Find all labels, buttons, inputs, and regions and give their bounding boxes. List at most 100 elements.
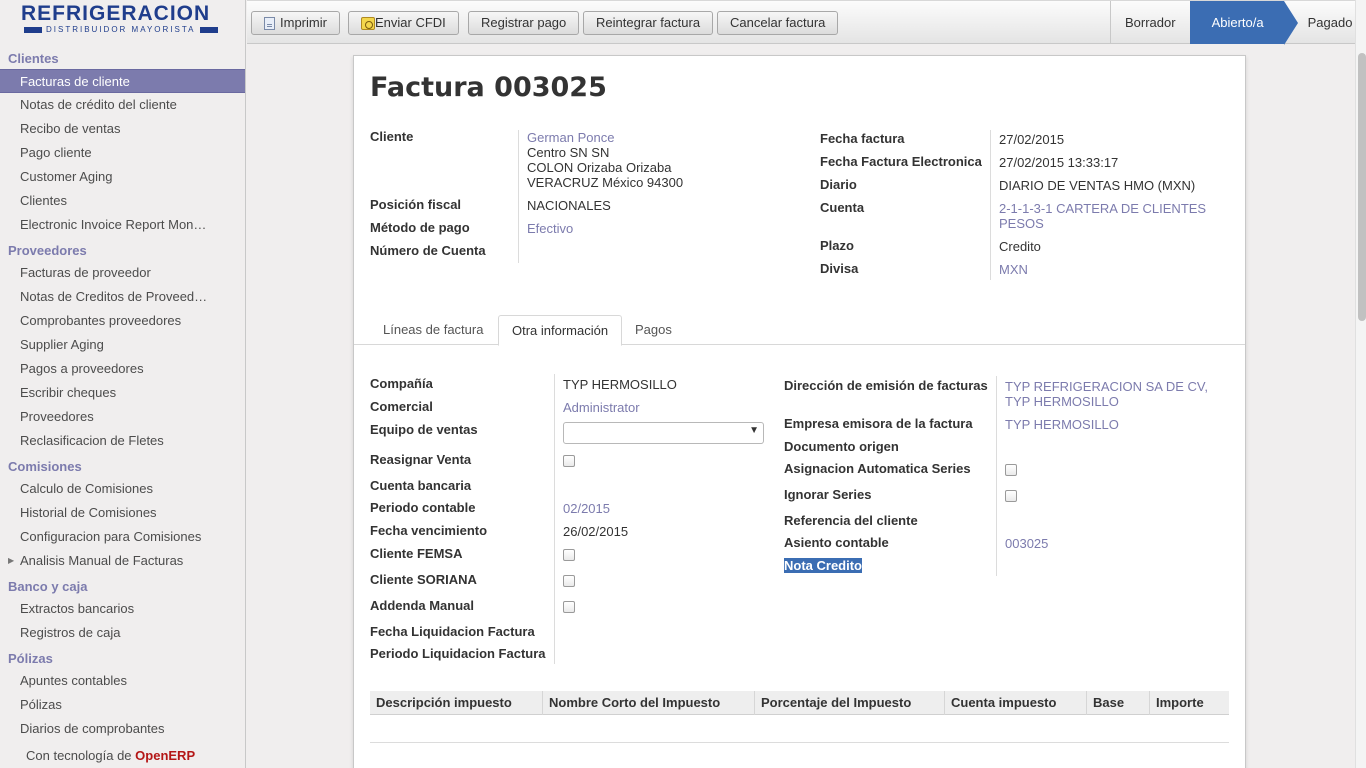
expand-triangle-icon[interactable]: ▶ bbox=[8, 549, 14, 573]
status-draft[interactable]: Borrador bbox=[1110, 1, 1190, 44]
period-link[interactable]: 02/2015 bbox=[563, 501, 610, 516]
sidebar-item-notas-de-creditos-de-proveed[interactable]: Notas de Creditos de Proveed… bbox=[0, 285, 245, 309]
account-link[interactable]: 2-1-1-3-1 CARTERA DE CLIENTES bbox=[999, 201, 1206, 216]
vertical-scrollbar[interactable] bbox=[1355, 0, 1366, 768]
sidebar-item-comprobantes-proveedores[interactable]: Comprobantes proveedores bbox=[0, 309, 245, 333]
label-divisa: Divisa bbox=[820, 261, 859, 276]
col-base[interactable]: Base bbox=[1087, 691, 1150, 715]
sidebar-item-historial-de-comisiones[interactable]: Historial de Comisiones bbox=[0, 501, 245, 525]
company-logo[interactable]: REFRIGERACION DISTRIBUIDOR MAYORISTA bbox=[0, 0, 245, 45]
sidebar-item-electronic-invoice-report-mon[interactable]: Electronic Invoice Report Mon… bbox=[0, 213, 245, 237]
ignorar-series-checkbox[interactable] bbox=[1005, 490, 1017, 502]
reasignar-venta-checkbox[interactable] bbox=[563, 455, 575, 467]
sidebar-item-clientes[interactable]: Clientes bbox=[0, 189, 245, 213]
currency-link[interactable]: MXN bbox=[999, 262, 1028, 277]
sidebar-item-configuracion-para-comisiones[interactable]: Configuracion para Comisiones bbox=[0, 525, 245, 549]
main-content: Factura 003025 Cliente German Ponce Cent… bbox=[247, 45, 1355, 768]
tab-lineas-factura[interactable]: Líneas de factura bbox=[370, 315, 496, 346]
sidebar-item-extractos-bancarios[interactable]: Extractos bancarios bbox=[0, 597, 245, 621]
sidebar-item-diarios-de-comprobantes[interactable]: Diarios de comprobantes bbox=[0, 717, 245, 741]
tab-pagos[interactable]: Pagos bbox=[622, 315, 685, 346]
sidebar-section-proveedores: Proveedores bbox=[8, 243, 87, 258]
sidebar-item-pagos-a-proveedores[interactable]: Pagos a proveedores bbox=[0, 357, 245, 381]
sidebar-item-polizas[interactable]: Pólizas bbox=[0, 693, 245, 717]
account-link-line2[interactable]: PESOS bbox=[999, 216, 1044, 231]
sidebar-item-label: Extractos bancarios bbox=[20, 601, 135, 616]
sidebar-item-label: Supplier Aging bbox=[20, 337, 104, 352]
register-payment-button[interactable]: Registrar pago bbox=[468, 11, 580, 35]
issuing-company-link[interactable]: TYP HERMOSILLO bbox=[1005, 417, 1119, 432]
sidebar-item-reclasificacion-de-fletes[interactable]: Reclasificacion de Fletes bbox=[0, 429, 245, 453]
label-cuenta: Cuenta bbox=[820, 200, 865, 215]
cliente-soriana-checkbox[interactable] bbox=[563, 575, 575, 587]
col-nombre-corto[interactable]: Nombre Corto del Impuesto bbox=[543, 691, 755, 715]
sidebar-item-calculo-de-comisiones[interactable]: Calculo de Comisiones bbox=[0, 477, 245, 501]
journal-entry-link[interactable]: 003025 bbox=[1005, 536, 1048, 551]
refund-invoice-button[interactable]: Reintegrar factura bbox=[583, 11, 714, 35]
billing-address-link[interactable]: TYP REFRIGERACION SA DE CV, bbox=[1005, 379, 1208, 394]
sidebar-item-label: Diarios de comprobantes bbox=[20, 721, 165, 736]
label-compania: Compañía bbox=[370, 376, 433, 391]
label-cliente-femsa: Cliente FEMSA bbox=[370, 546, 463, 561]
sidebar-item-pago-cliente[interactable]: Pago cliente bbox=[0, 141, 245, 165]
sidebar-item-label: Proveedores bbox=[20, 409, 94, 424]
sidebar-item-registros-de-caja[interactable]: Registros de caja bbox=[0, 621, 245, 645]
sidebar-section-banco-y-caja: Banco y caja bbox=[8, 579, 88, 594]
label-reasignar-venta: Reasignar Venta bbox=[370, 452, 472, 467]
sidebar-item-label: Customer Aging bbox=[20, 169, 113, 184]
label-fecha-factura: Fecha factura bbox=[820, 131, 905, 146]
sidebar-item-label: Clientes bbox=[20, 193, 67, 208]
sidebar-item-label: Reclasificacion de Fletes bbox=[20, 433, 164, 448]
page-title: Factura 003025 bbox=[370, 72, 607, 103]
sidebar-item-facturas-de-proveedor[interactable]: Facturas de proveedor bbox=[0, 261, 245, 285]
label-ignorar-series: Ignorar Series bbox=[784, 487, 872, 502]
sidebar-item-label: Registros de caja bbox=[20, 625, 121, 640]
sidebar-item-supplier-aging[interactable]: Supplier Aging bbox=[0, 333, 245, 357]
invoice-number: 003025 bbox=[494, 72, 607, 103]
sidebar: REFRIGERACION DISTRIBUIDOR MAYORISTA Cli… bbox=[0, 0, 246, 768]
label-plazo: Plazo bbox=[820, 238, 854, 253]
customer-link[interactable]: German Ponce bbox=[527, 130, 614, 145]
col-descripcion-impuesto[interactable]: Descripción impuesto bbox=[370, 691, 543, 715]
sidebar-item-apuntes-contables[interactable]: Apuntes contables bbox=[0, 669, 245, 693]
sidebar-item-facturas-de-cliente[interactable]: Facturas de cliente bbox=[0, 69, 245, 93]
logo-tagline: DISTRIBUIDOR MAYORISTA bbox=[46, 25, 196, 34]
status-open[interactable]: Abierto/a bbox=[1189, 1, 1298, 45]
dropdown-arrow-icon: ▼ bbox=[749, 425, 759, 436]
col-importe[interactable]: Importe bbox=[1150, 691, 1229, 715]
label-periodo-liquidacion: Periodo Liquidacion Factura bbox=[370, 646, 546, 661]
certificate-icon bbox=[361, 16, 375, 30]
col-porcentaje[interactable]: Porcentaje del Impuesto bbox=[755, 691, 945, 715]
sidebar-item-label: Apuntes contables bbox=[20, 673, 127, 688]
print-button[interactable]: Imprimir bbox=[251, 11, 340, 35]
sidebar-item-recibo-de-ventas[interactable]: Recibo de ventas bbox=[0, 117, 245, 141]
cliente-femsa-checkbox[interactable] bbox=[563, 549, 575, 561]
sidebar-item-customer-aging[interactable]: Customer Aging bbox=[0, 165, 245, 189]
sidebar-item-proveedores[interactable]: Proveedores bbox=[0, 405, 245, 429]
scrollbar-thumb[interactable] bbox=[1358, 53, 1366, 321]
label-asiento-contable: Asiento contable bbox=[784, 535, 889, 550]
sidebar-item-escribir-cheques[interactable]: Escribir cheques bbox=[0, 381, 245, 405]
billing-address-link-line2[interactable]: TYP HERMOSILLO bbox=[1005, 394, 1119, 409]
fiscal-position-value: NACIONALES bbox=[527, 198, 611, 213]
send-cfdi-button[interactable]: Enviar CFDI bbox=[348, 11, 459, 35]
electronic-date-value: 27/02/2015 13:33:17 bbox=[999, 155, 1119, 170]
sidebar-item-label: Comprobantes proveedores bbox=[20, 313, 182, 328]
openerp-link[interactable]: OpenERP bbox=[135, 748, 195, 763]
asignacion-series-checkbox[interactable] bbox=[1005, 464, 1017, 476]
sidebar-item-label: Recibo de ventas bbox=[20, 121, 121, 136]
sidebar-item-analisis-manual-de-facturas[interactable]: ▶ Analisis Manual de Facturas bbox=[0, 549, 245, 573]
table-row bbox=[370, 742, 1229, 743]
sidebar-section-polizas: Pólizas bbox=[8, 651, 53, 666]
cancel-invoice-button[interactable]: Cancelar factura bbox=[717, 11, 839, 35]
tab-otra-informacion[interactable]: Otra información bbox=[498, 315, 623, 346]
sidebar-menu: Clientes Facturas de cliente Notas de créd… bbox=[0, 49, 245, 741]
label-metodo-pago: Método de pago bbox=[370, 220, 470, 235]
salesperson-link[interactable]: Administrator bbox=[563, 400, 640, 415]
sidebar-item-notas-de-credito-del-cliente[interactable]: Notas de crédito del cliente bbox=[0, 93, 245, 117]
sales-team-select[interactable]: ▼ bbox=[563, 422, 764, 444]
addenda-manual-checkbox[interactable] bbox=[563, 601, 575, 613]
col-cuenta-impuesto[interactable]: Cuenta impuesto bbox=[945, 691, 1087, 715]
payment-method-link[interactable]: Efectivo bbox=[527, 221, 573, 236]
label-fecha-electronica: Fecha Factura Electronica bbox=[820, 154, 982, 169]
